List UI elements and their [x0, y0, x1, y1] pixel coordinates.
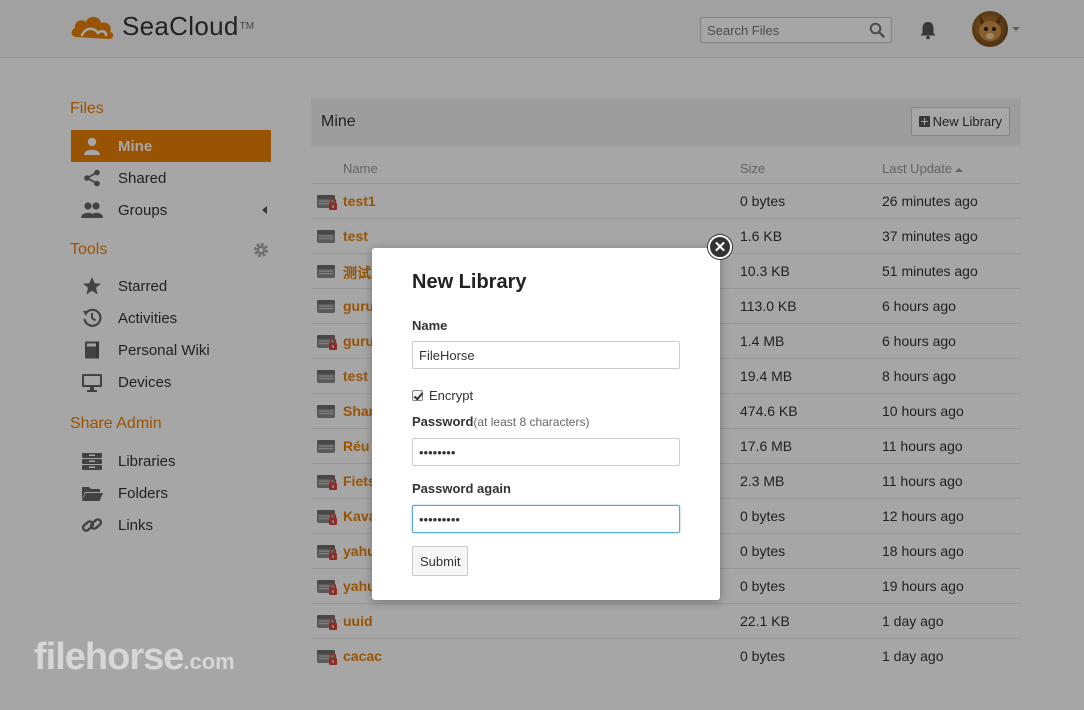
encrypt-checkbox[interactable] — [412, 390, 423, 401]
encrypt-checkbox-row[interactable]: Encrypt — [412, 388, 473, 403]
close-dialog-button[interactable]: ✕ — [708, 235, 732, 259]
password-hint: (at least 8 characters) — [473, 415, 590, 429]
new-library-dialog: New Library Name Encrypt Password(at lea… — [372, 248, 720, 600]
name-label: Name — [412, 318, 448, 333]
library-name-field[interactable] — [412, 341, 680, 369]
watermark: filehorse.com — [34, 636, 235, 679]
password-label-row: Password(at least 8 characters) — [412, 414, 589, 429]
password-again-field[interactable] — [412, 505, 680, 533]
submit-button[interactable]: Submit — [412, 546, 469, 576]
encrypt-label: Encrypt — [429, 388, 474, 403]
password-field[interactable] — [412, 438, 680, 466]
close-icon: ✕ — [713, 238, 727, 256]
dialog-title: New Library — [412, 271, 527, 293]
password-label: Password — [412, 414, 474, 429]
watermark-suffix: .com — [183, 649, 235, 674]
watermark-text: filehorse — [34, 636, 184, 678]
password-again-label: Password again — [412, 481, 511, 496]
